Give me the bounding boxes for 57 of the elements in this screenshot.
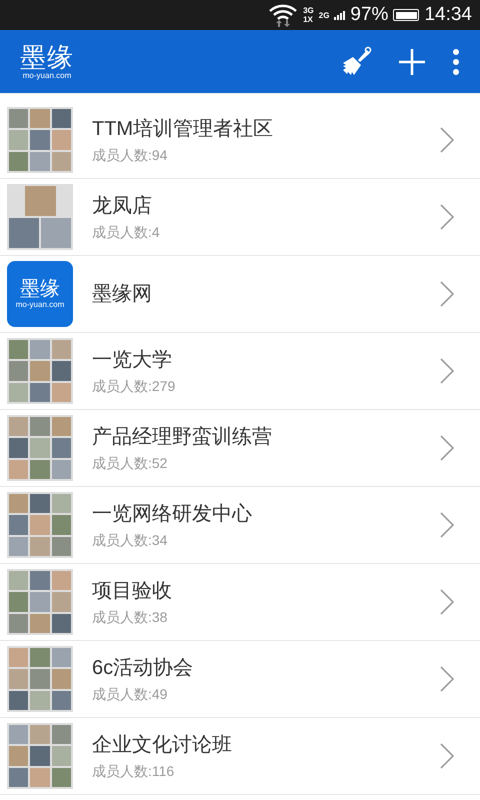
group-list-item[interactable]: 项目验收 成员人数:38 xyxy=(0,564,480,641)
chevron-icon xyxy=(440,204,454,230)
chevron-icon xyxy=(440,666,454,692)
chevron-icon xyxy=(440,127,454,153)
logo-text: 墨缘 xyxy=(20,278,60,300)
chevron-icon xyxy=(440,512,454,538)
member-count: 成员人数:52 xyxy=(92,455,168,471)
avatar-mosaic xyxy=(7,415,73,481)
member-count: 成员人数:279 xyxy=(92,378,176,394)
group-list-item[interactable]: 企业文化讨论班 成员人数:116 xyxy=(0,718,480,795)
member-count: 成员人数:49 xyxy=(92,686,168,702)
group-name: 龙凤店 xyxy=(92,194,153,218)
battery-percent: 97% xyxy=(350,4,388,26)
group-name: 6c活动协会 xyxy=(92,656,194,680)
wifi-icon xyxy=(268,3,298,27)
group-name: 项目验收 xyxy=(92,579,173,603)
clock: 14:34 xyxy=(424,4,472,26)
add-icon[interactable] xyxy=(398,48,426,76)
chevron-icon xyxy=(440,743,454,769)
battery-icon xyxy=(393,9,420,21)
logo-url: mo-yuan.com xyxy=(16,300,64,310)
group-list-item[interactable]: 一览网络研发中心 成员人数:34 xyxy=(0,487,480,564)
avatar-mosaic xyxy=(7,184,73,250)
member-count: 成员人数:38 xyxy=(92,609,168,625)
signal-icon xyxy=(334,10,346,20)
group-name: 产品经理野蛮训练营 xyxy=(92,425,273,449)
network-label: 3G xyxy=(303,6,314,15)
group-list-item[interactable]: 一览大学 成员人数:279 xyxy=(0,333,480,410)
app-logo-url: mo-yuan.com xyxy=(22,70,72,80)
group-name: 一览大学 xyxy=(92,348,173,372)
chevron-icon xyxy=(440,358,454,384)
network-label: 1X xyxy=(303,15,314,24)
avatar-mosaic xyxy=(7,646,73,712)
chevron-icon xyxy=(440,281,454,307)
group-list-item[interactable]: 龙凤店 成员人数:4 xyxy=(0,179,480,256)
avatar-mosaic xyxy=(7,492,73,558)
avatar-mosaic xyxy=(7,107,73,173)
group-name: 一览网络研发中心 xyxy=(92,502,253,526)
member-count: 成员人数:4 xyxy=(92,224,161,240)
group-list-item[interactable]: 6c活动协会 成员人数:49 xyxy=(0,641,480,718)
avatar-mosaic xyxy=(7,338,73,404)
member-count: 成员人数:116 xyxy=(92,763,176,779)
member-count: 成员人数:34 xyxy=(92,532,168,548)
group-name: 墨缘网 xyxy=(92,282,153,306)
member-count: 成员人数:94 xyxy=(92,147,168,163)
chevron-icon xyxy=(440,435,454,461)
chevron-icon xyxy=(440,589,454,615)
group-name: TTM培训管理者社区 xyxy=(92,117,274,141)
avatar-mosaic xyxy=(7,569,73,635)
group-list-item[interactable]: TTM培训管理者社区 成员人数:94 xyxy=(0,102,480,179)
group-name: 企业文化讨论班 xyxy=(92,733,233,757)
avatar-mosaic xyxy=(7,723,73,789)
app-logo: 墨缘 xyxy=(20,42,74,70)
network-label: 2G xyxy=(318,10,330,20)
group-list-item[interactable]: 墨缘 mo-yuan.com 墨缘网 xyxy=(0,256,480,333)
more-icon[interactable] xyxy=(452,48,460,76)
group-list-item[interactable]: 产品经理野蛮训练营 成员人数:52 xyxy=(0,410,480,487)
